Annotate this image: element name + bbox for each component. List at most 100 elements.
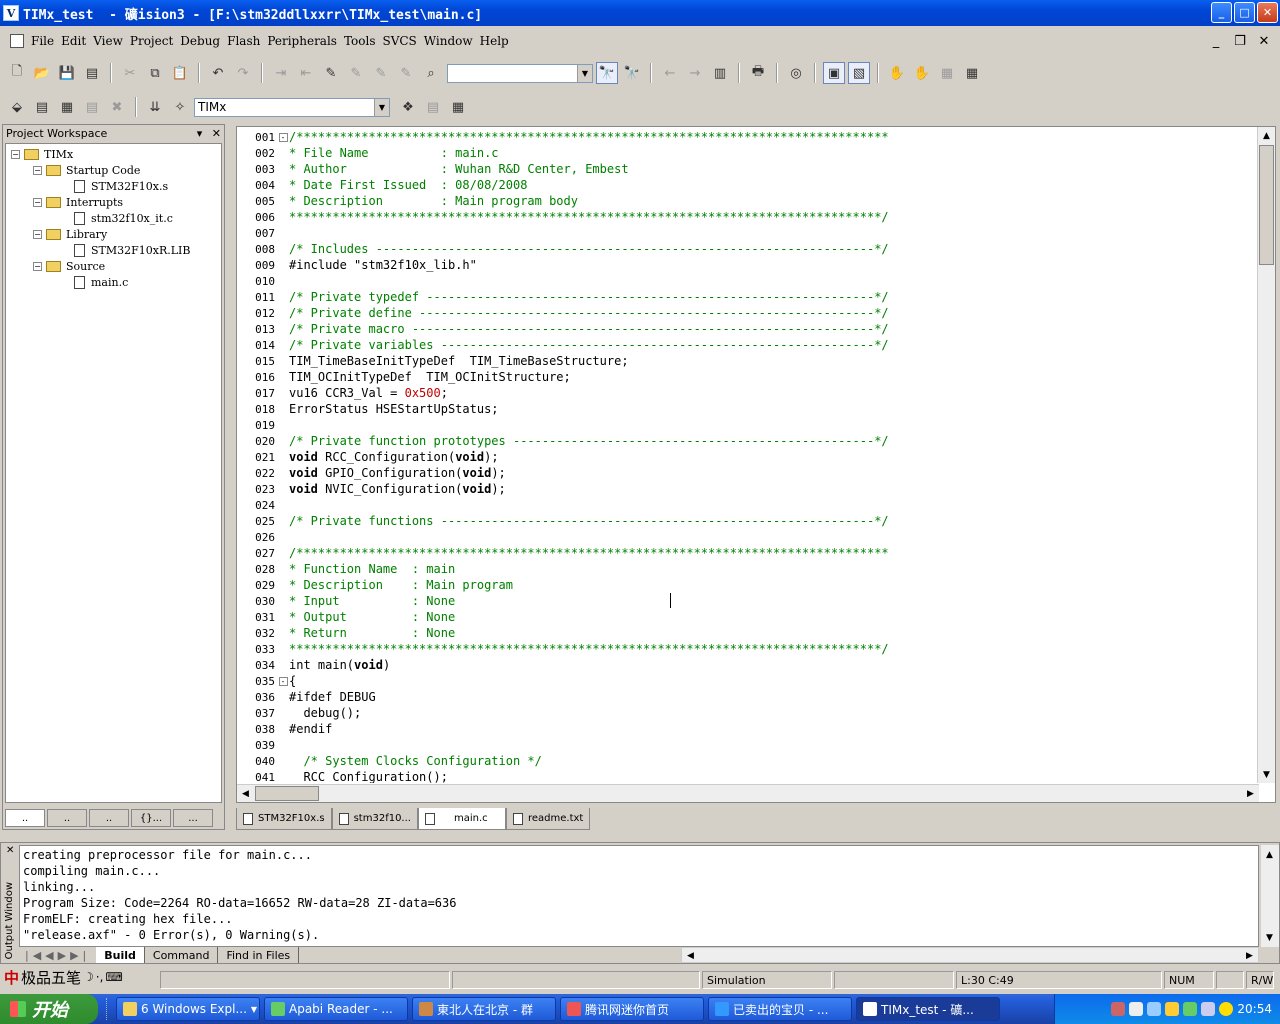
tree-file[interactable]: STM32F10xR.LIB xyxy=(74,244,190,257)
config-wizard-icon[interactable]: ▦ xyxy=(961,62,983,84)
code-line[interactable]: 021 void RCC_Configuration(void); xyxy=(237,449,498,465)
scroll-up-icon[interactable]: ▲ xyxy=(1259,128,1274,143)
save-all-icon[interactable]: ▤ xyxy=(81,62,103,84)
mdi-minimize-button[interactable]: _ xyxy=(1206,31,1226,51)
tray-app-icon[interactable] xyxy=(1111,1002,1126,1016)
components-icon[interactable]: ❖ xyxy=(397,96,419,118)
bookmark-clear-icon[interactable]: ✎ xyxy=(395,62,417,84)
build-output-text[interactable]: creating preprocessor file for main.c...… xyxy=(19,845,1259,947)
code-line[interactable]: 038 #endif xyxy=(237,721,332,737)
code-line[interactable]: 036 #ifdef DEBUG xyxy=(237,689,376,705)
uvision-app-icon[interactable]: V xyxy=(3,5,19,21)
code-line[interactable]: 039 xyxy=(237,737,289,753)
workspace-pin-icon[interactable]: ▾ xyxy=(197,127,203,140)
code-line[interactable]: 008 /* Includes -------------------------… xyxy=(237,241,889,257)
code-line[interactable]: 011 /* Private typedef ------------------… xyxy=(237,289,889,305)
code-line[interactable]: 029 * Description : Main program xyxy=(237,577,513,593)
tab-find-in-files[interactable]: Find in Files xyxy=(218,947,300,963)
tree-file[interactable]: stm32f10x_it.c xyxy=(74,212,173,225)
code-line[interactable]: 034 int main(void) xyxy=(237,657,390,673)
menu-view[interactable]: View xyxy=(90,34,126,48)
tree-group[interactable]: − Source xyxy=(33,260,105,273)
tab-nav-arrows-icon[interactable]: |◀◀▶▶| xyxy=(19,949,96,962)
find-icon[interactable]: 🔭 xyxy=(596,62,618,84)
code-line[interactable]: 040 /* System Clocks Configuration */ xyxy=(237,753,542,769)
code-line[interactable]: 037 debug(); xyxy=(237,705,361,721)
tab-build[interactable]: Build xyxy=(96,947,145,963)
menu-debug[interactable]: Debug xyxy=(177,34,223,48)
task-uvision[interactable]: TIMx_test - 礦... xyxy=(856,997,1000,1021)
build-icon[interactable]: ▤ xyxy=(31,96,53,118)
rebuild-icon[interactable]: ▦ xyxy=(56,96,78,118)
collapse-icon[interactable]: − xyxy=(11,150,20,159)
code-line[interactable]: 010 xyxy=(237,273,289,289)
qq-icon[interactable] xyxy=(1165,1002,1180,1016)
code-line[interactable]: 030 * Input : None xyxy=(237,593,455,609)
code-line[interactable]: 026 xyxy=(237,529,289,545)
code-line[interactable]: 007 xyxy=(237,225,289,241)
tab-command[interactable]: Command xyxy=(145,947,219,963)
code-line[interactable]: 022 void GPIO_Configuration(void); xyxy=(237,465,506,481)
bookmark-toggle-icon[interactable]: ✎ xyxy=(320,62,342,84)
target-options-icon[interactable]: ✧ xyxy=(169,96,191,118)
ime-name[interactable]: 极品五笔 xyxy=(21,967,81,988)
bookmark-prev-icon[interactable]: ✎ xyxy=(370,62,392,84)
back-icon[interactable]: ← xyxy=(659,62,681,84)
messenger-icon[interactable] xyxy=(1219,1002,1234,1016)
code-line[interactable]: 023 void NVIC_Configuration(void); xyxy=(237,481,506,497)
maximize-button[interactable]: □ xyxy=(1234,2,1255,23)
code-lines[interactable]: 001-/***********************************… xyxy=(237,127,1257,783)
fold-toggle-icon[interactable]: - xyxy=(277,673,289,689)
indent-icon[interactable]: ⇥ xyxy=(270,62,292,84)
code-line[interactable]: 002 * File Name : main.c xyxy=(237,145,498,161)
scroll-left-icon[interactable]: ◀ xyxy=(683,948,698,963)
task-apabi-reader[interactable]: Apabi Reader - ... xyxy=(264,997,408,1021)
hand-icon[interactable]: ✋ xyxy=(886,62,908,84)
tree-group[interactable]: − Library xyxy=(33,228,107,241)
mdi-restore-button[interactable]: ❐ xyxy=(1230,31,1250,51)
document-icon[interactable] xyxy=(10,34,24,48)
tree-file[interactable]: main.c xyxy=(74,276,128,289)
workspace-toggle-icon[interactable]: ▣ xyxy=(823,62,845,84)
output-close-icon[interactable]: ✕ xyxy=(6,845,14,856)
collapse-icon[interactable]: − xyxy=(33,262,42,271)
scroll-thumb[interactable] xyxy=(1259,145,1274,265)
collapse-icon[interactable]: - xyxy=(278,676,288,686)
workspace-close-icon[interactable]: ✕ xyxy=(212,127,221,140)
shield-icon[interactable] xyxy=(1183,1002,1198,1016)
tab-startup-file[interactable]: STM32F10x.s xyxy=(236,808,332,830)
stop-build-icon[interactable]: ✖ xyxy=(106,96,128,118)
chevron-down-icon[interactable]: ▼ xyxy=(374,98,389,116)
debug-session-icon[interactable]: ◎ xyxy=(785,62,807,84)
code-line[interactable]: 014 /* Private variables ----------------… xyxy=(237,337,889,353)
task-windows-explorer[interactable]: 6 Windows Expl... ▼ xyxy=(116,997,260,1021)
mdi-close-button[interactable]: ✕ xyxy=(1254,31,1274,51)
editor-vertical-scrollbar[interactable]: ▲ ▼ xyxy=(1257,127,1275,783)
chevron-down-icon[interactable]: ▼ xyxy=(577,64,592,82)
open-file-icon[interactable]: 📂 xyxy=(31,62,53,84)
ime-logo-icon[interactable]: 中 xyxy=(4,967,19,988)
code-line[interactable]: 031 * Output : None xyxy=(237,609,455,625)
target-select[interactable]: TIMx ▼ xyxy=(194,97,390,117)
code-line[interactable]: 005 * Description : Main program body xyxy=(237,193,578,209)
menu-file[interactable]: File xyxy=(28,34,57,48)
bookmark-next-icon[interactable]: ✎ xyxy=(345,62,367,84)
undo-icon[interactable]: ↶ xyxy=(207,62,229,84)
code-line[interactable]: 016 TIM_OCInitTypeDef TIM_OCInitStructure… xyxy=(237,369,571,385)
new-file-icon[interactable]: 🗋 xyxy=(6,62,28,84)
collapse-icon[interactable]: − xyxy=(33,166,42,175)
code-line[interactable]: 020 /* Private function prototypes ------… xyxy=(237,433,889,449)
task-qq-group[interactable]: 東北人在北京 - 群 xyxy=(412,997,556,1021)
code-line[interactable]: 017 vu16 CCR3_Val = 0x500; xyxy=(237,385,448,401)
collapse-icon[interactable]: - xyxy=(278,132,288,142)
minimize-button[interactable]: _ xyxy=(1211,2,1232,23)
scroll-right-icon[interactable]: ▶ xyxy=(1243,786,1258,801)
scroll-left-icon[interactable]: ◀ xyxy=(238,786,253,801)
code-line[interactable]: 032 * Return : None xyxy=(237,625,455,641)
menu-edit[interactable]: Edit xyxy=(58,34,89,48)
code-editor[interactable]: 001-/***********************************… xyxy=(236,126,1276,803)
menu-flash[interactable]: Flash xyxy=(224,34,263,48)
hand-multi-icon[interactable]: ✋ xyxy=(911,62,933,84)
menu-peripherals[interactable]: Peripherals xyxy=(264,34,340,48)
punctuation-icon[interactable]: ·, xyxy=(96,970,104,984)
